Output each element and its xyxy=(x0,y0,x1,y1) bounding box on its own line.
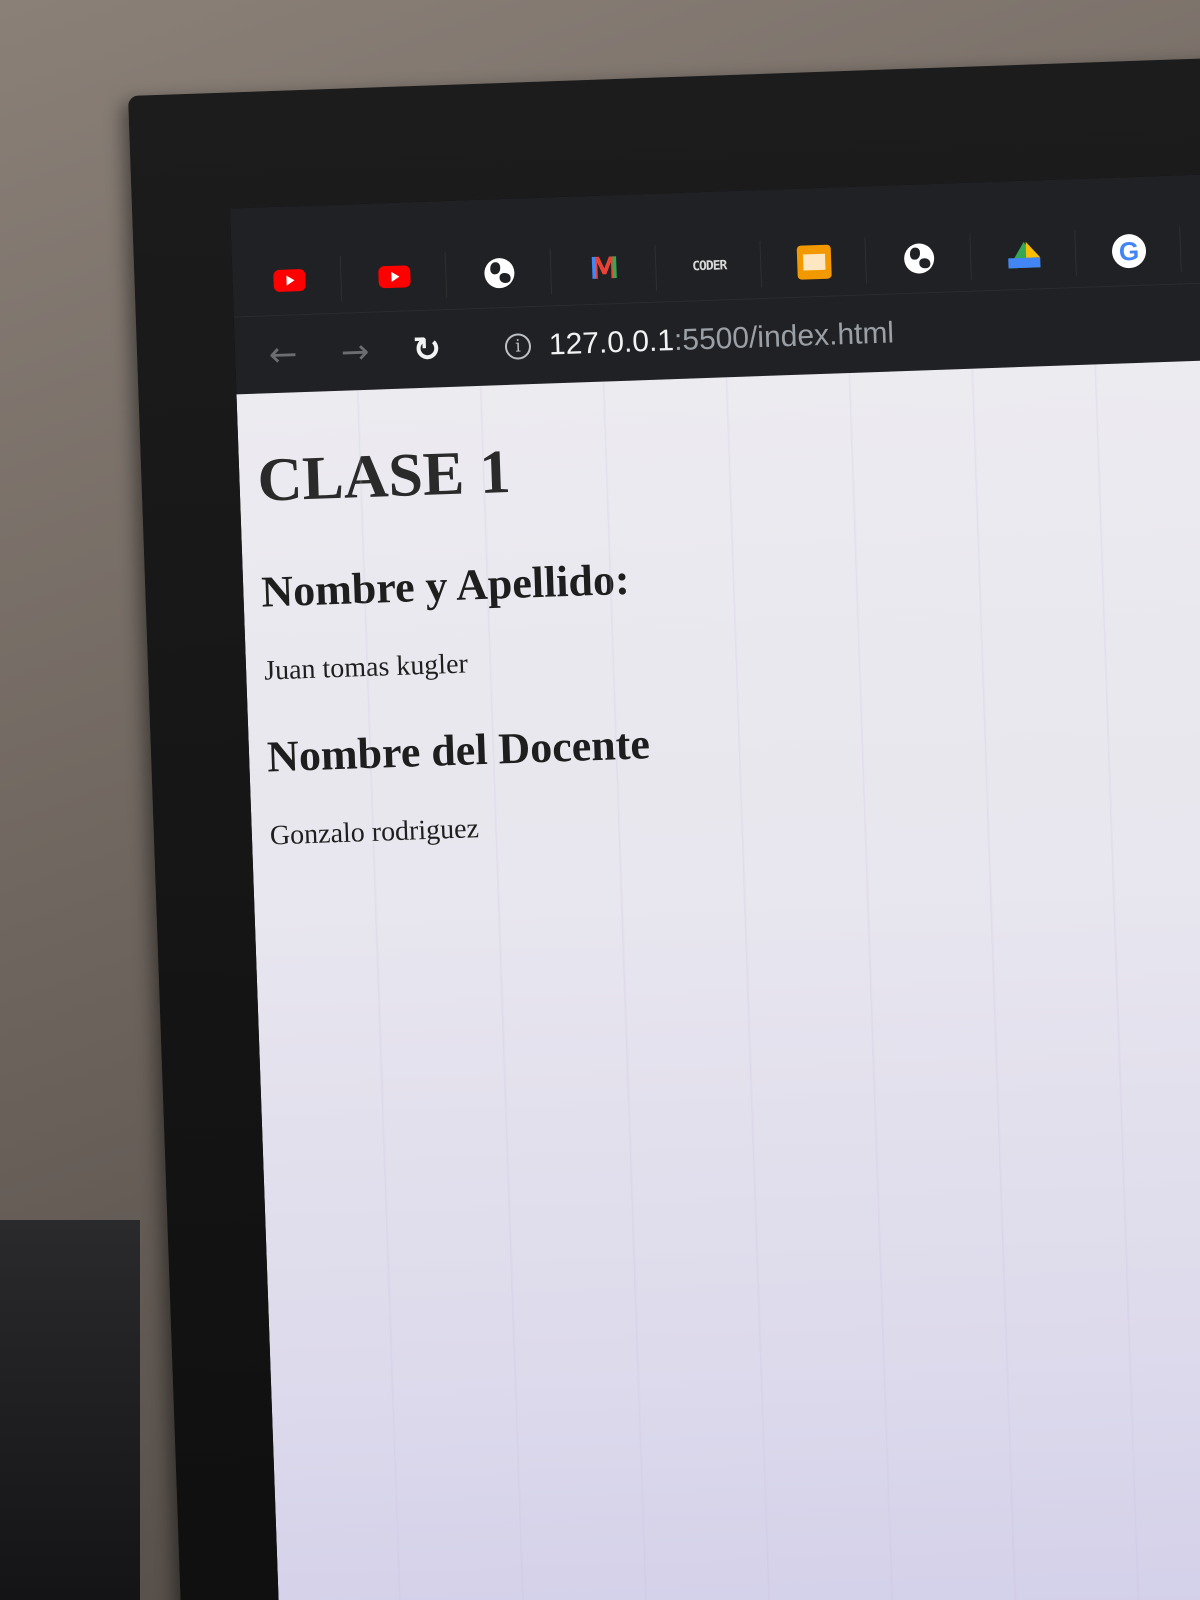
bookmark-drive[interactable] xyxy=(996,230,1077,279)
youtube-icon xyxy=(378,265,411,289)
bookmark-globe[interactable] xyxy=(471,248,553,298)
desk xyxy=(0,1220,140,1600)
page-title: CLASE 1 xyxy=(256,437,512,515)
google-icon: G xyxy=(1111,233,1147,269)
forward-arrow-icon[interactable]: → xyxy=(336,331,373,372)
slides-icon xyxy=(796,244,832,280)
omnibox[interactable]: i 127.0.0.1:5500/index.html xyxy=(504,316,895,364)
student-name-text: Juan tomas kugler xyxy=(263,648,469,687)
teacher-name-heading: Nombre del Docente xyxy=(266,719,651,782)
page-viewport: CLASE 1 Nombre y Apellido: Juan tomas ku… xyxy=(236,358,1200,1600)
info-icon[interactable]: i xyxy=(504,332,532,360)
youtube-icon xyxy=(273,268,306,293)
monitor-bezel: M CODER G ← → ↻ i 127.0.0.1:5500/index.h… xyxy=(128,57,1200,1600)
bookmark-globe[interactable] xyxy=(891,233,972,283)
drive-icon xyxy=(1007,241,1041,269)
gmail-icon: M xyxy=(588,250,620,287)
monitor-screen: M CODER G ← → ↻ i 127.0.0.1:5500/index.h… xyxy=(229,172,1200,1600)
browser-window: M CODER G ← → ↻ i 127.0.0.1:5500/index.h… xyxy=(229,172,1200,1600)
bookmark-gmail[interactable]: M xyxy=(576,244,658,294)
bookmark-youtube[interactable] xyxy=(261,255,343,305)
url-text[interactable]: 127.0.0.1:5500/index.html xyxy=(548,316,894,362)
student-name-heading: Nombre y Apellido: xyxy=(260,554,631,617)
globe-icon xyxy=(483,257,515,289)
reload-icon[interactable]: ↻ xyxy=(408,329,445,370)
url-host: 127.0.0.1 xyxy=(548,323,675,361)
photo-scene: M CODER G ← → ↻ i 127.0.0.1:5500/index.h… xyxy=(0,0,1200,1600)
teacher-name-text: Gonzalo rodriguez xyxy=(269,813,480,852)
back-arrow-icon[interactable]: ← xyxy=(265,334,302,375)
url-path: :5500/index.html xyxy=(673,315,895,357)
bookmark-slides[interactable] xyxy=(786,237,867,287)
bookmark-google[interactable]: G xyxy=(1101,226,1182,276)
bookmark-coderhouse[interactable]: CODER xyxy=(681,241,763,290)
bookmark-youtube[interactable] xyxy=(366,252,448,301)
globe-icon xyxy=(903,242,935,275)
coderhouse-icon: CODER xyxy=(691,257,727,274)
